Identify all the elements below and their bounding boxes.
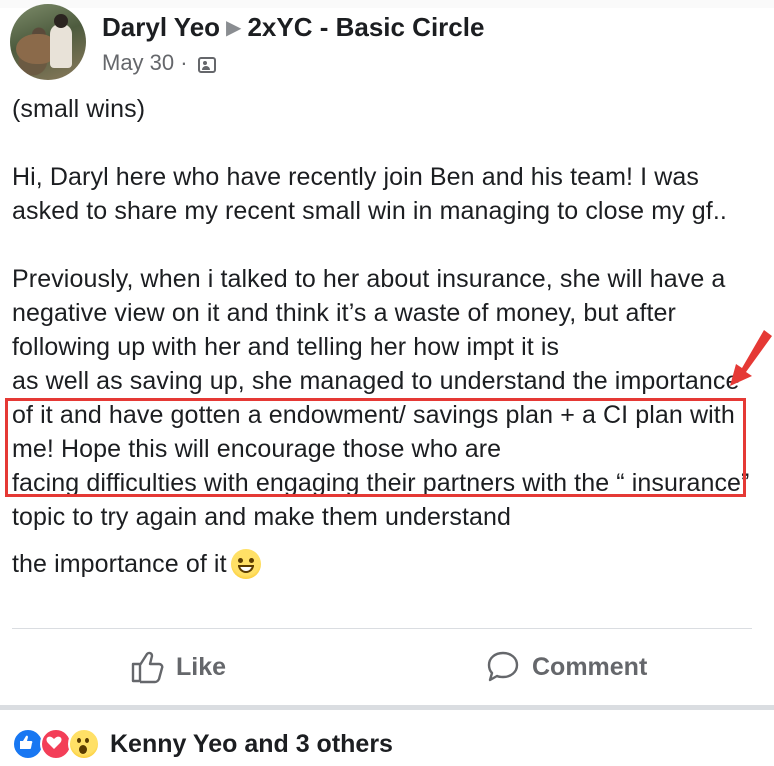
comment-bubble-icon (487, 651, 519, 682)
annotation-arrow-icon (730, 330, 772, 386)
post-meta: May 30 · (102, 50, 216, 76)
divider (12, 628, 752, 629)
thumbs-up-icon (131, 651, 164, 684)
highlight-box (5, 398, 746, 497)
like-button[interactable]: Like (130, 645, 226, 689)
post-paragraph-end: the importance of it (12, 542, 757, 581)
like-label: Like (176, 652, 227, 681)
post-paragraph: Previously, when i talked to her about i… (12, 265, 726, 361)
group-arrow-icon: ▶ (226, 17, 242, 39)
group-audience-icon[interactable] (197, 57, 216, 73)
post-body: (small wins) Hi, Daryl here who have rec… (12, 92, 757, 581)
author-avatar[interactable] (10, 4, 86, 80)
avatar-head (54, 14, 68, 28)
author-name[interactable]: Daryl Yeo (102, 12, 220, 42)
top-band (0, 0, 774, 8)
grinning-face-emoji (230, 549, 261, 579)
avatar-person (50, 24, 72, 68)
comment-label: Comment (532, 652, 648, 681)
post-paragraph-end-text: the importance of it (12, 550, 227, 578)
post-header: Daryl Yeo ▶ 2xYC - Basic Circle (102, 12, 484, 43)
comment-button[interactable]: Comment (486, 645, 647, 689)
group-name[interactable]: 2xYC - Basic Circle (247, 12, 484, 42)
post-paragraph: (small wins) (12, 95, 146, 123)
section-divider (0, 705, 774, 710)
wow-reaction-icon (68, 728, 100, 760)
post-paragraph: Hi, Daryl here who have recently join Be… (12, 163, 727, 225)
post-date[interactable]: May 30 · (102, 50, 188, 75)
reactions-summary[interactable]: Kenny Yeo and 3 others (12, 726, 393, 762)
reactions-names[interactable]: Kenny Yeo and 3 others (110, 730, 393, 759)
